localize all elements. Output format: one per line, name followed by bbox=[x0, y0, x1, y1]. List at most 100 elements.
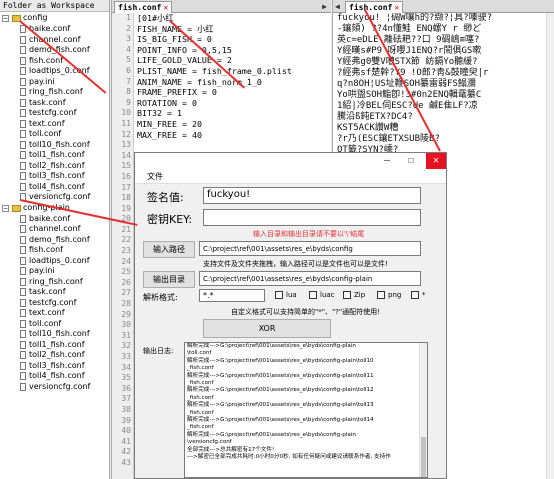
line-number: 34 bbox=[121, 362, 131, 372]
file-item[interactable]: text.conf bbox=[0, 308, 109, 319]
drag-hint: 支持文件及文件夹拖拽，输入路径可以是文件也可以是文件! bbox=[203, 260, 388, 268]
secret-key-input[interactable] bbox=[203, 209, 421, 226]
checkbox-box[interactable] bbox=[377, 291, 385, 299]
file-item[interactable]: toll3_fish.conf bbox=[0, 171, 109, 182]
collapse-icon[interactable]: − bbox=[2, 15, 9, 22]
collapse-icon[interactable]: − bbox=[2, 204, 9, 212]
file-item[interactable]: fish.conf bbox=[0, 56, 109, 67]
tab-fish-conf-right[interactable]: fish.conf ✕ bbox=[345, 1, 404, 13]
line-number: 9 bbox=[126, 97, 131, 107]
file-icon bbox=[20, 235, 26, 244]
menu-file[interactable]: 文件 bbox=[147, 172, 163, 181]
xor-button[interactable]: XOR bbox=[203, 319, 331, 338]
file-item[interactable]: toll2_fish.conf bbox=[0, 350, 109, 361]
checkbox-box[interactable] bbox=[343, 291, 351, 299]
workspace-panel: Folder as Workspace − config baike.conf cha… bbox=[0, 0, 110, 479]
tab-fish-conf-left[interactable]: fish.conf ✕ bbox=[114, 1, 173, 13]
format-checkbox-0[interactable]: lua bbox=[275, 291, 297, 299]
file-icon bbox=[20, 119, 26, 128]
file-item[interactable]: ring_fish.conf bbox=[0, 277, 109, 288]
file-item[interactable]: toll.conf bbox=[0, 129, 109, 140]
file-item[interactable]: toll10_fish.conf bbox=[0, 140, 109, 151]
garbled-line: Y經暵s#P9 呀嚶J1ENQ?r鬧俱GS嗽 bbox=[337, 46, 482, 56]
file-item[interactable]: toll1_fish.conf bbox=[0, 340, 109, 351]
input-path-button[interactable]: 输入路径 bbox=[143, 241, 195, 258]
file-item[interactable]: testcfg.conf bbox=[0, 108, 109, 119]
file-item[interactable]: channel.conf bbox=[0, 35, 109, 46]
file-item[interactable]: loadtips_0.conf bbox=[0, 66, 109, 77]
checkbox-box[interactable] bbox=[411, 291, 419, 299]
file-item[interactable]: pay.ini bbox=[0, 266, 109, 277]
close-tab-icon[interactable]: ✕ bbox=[163, 3, 168, 12]
checkbox-box[interactable] bbox=[275, 291, 283, 299]
maximize-icon[interactable]: ☐ bbox=[408, 155, 414, 166]
line-number: 18 bbox=[121, 193, 131, 203]
file-item[interactable]: toll4_fish.conf bbox=[0, 371, 109, 382]
line-number: 25 bbox=[121, 267, 131, 277]
parse-format-input[interactable]: *.* bbox=[199, 289, 265, 302]
file-icon bbox=[20, 46, 26, 55]
file-label: testcfg.conf bbox=[29, 297, 77, 307]
file-icon bbox=[20, 277, 26, 286]
right-editor-scrollbar[interactable] bbox=[546, 13, 554, 479]
folder-0[interactable]: − config bbox=[0, 13, 109, 24]
scrollbar-thumb[interactable] bbox=[421, 437, 426, 477]
file-item[interactable]: versioncfg.conf bbox=[0, 382, 109, 393]
file-item[interactable]: task.conf bbox=[0, 287, 109, 298]
line-number: 2 bbox=[126, 23, 131, 33]
file-item[interactable]: fish.conf bbox=[0, 245, 109, 256]
file-item[interactable]: demo_fish.conf bbox=[0, 235, 109, 246]
file-item[interactable]: toll4_fish.conf bbox=[0, 182, 109, 193]
output-dir-field[interactable]: C:\project\ref\001\assets\res_e\byds\con… bbox=[199, 271, 421, 286]
format-checkbox-4[interactable]: * bbox=[411, 291, 426, 299]
close-tab-icon[interactable]: ✕ bbox=[394, 3, 399, 12]
file-icon bbox=[20, 267, 26, 276]
tab-scroll-arrow-icon[interactable]: ▶ bbox=[322, 2, 327, 11]
file-label: toll1_fish.conf bbox=[29, 339, 85, 349]
file-item[interactable]: testcfg.conf bbox=[0, 298, 109, 309]
file-item[interactable]: baike.conf bbox=[0, 24, 109, 35]
garbled-line: ?經弗sf楚幹?Y9 !O郎?靑&鼓瞳臾|r bbox=[337, 68, 489, 78]
file-item[interactable]: toll1_fish.conf bbox=[0, 150, 109, 161]
line-number: 19 bbox=[121, 203, 131, 213]
line-number: 5 bbox=[126, 55, 131, 65]
file-icon bbox=[20, 130, 26, 139]
output-dir-button[interactable]: 输出目录 bbox=[143, 271, 195, 288]
file-item[interactable]: toll10_fish.conf bbox=[0, 329, 109, 340]
code-line: POINT_INFO = 0,5,15 bbox=[137, 44, 232, 55]
format-checkbox-3[interactable]: png bbox=[377, 291, 401, 299]
file-label: baike.conf bbox=[29, 213, 71, 223]
code-area-left[interactable]: [01#小红 FISH_NAME = 小红 IS_BIG_FISH = 0 POINT… bbox=[137, 13, 292, 140]
file-item[interactable]: versioncfg.conf bbox=[0, 192, 109, 203]
log-scrollbar[interactable] bbox=[419, 343, 427, 477]
file-label: toll1_fish.conf bbox=[29, 150, 85, 159]
line-number: 27 bbox=[121, 288, 131, 298]
file-item[interactable]: toll2_fish.conf bbox=[0, 161, 109, 172]
line-number: 41 bbox=[121, 436, 131, 446]
file-item[interactable]: toll.conf bbox=[0, 319, 109, 330]
sign-value-input[interactable]: fuckyou! bbox=[203, 187, 421, 204]
line-number: 36 bbox=[121, 383, 131, 393]
file-item[interactable]: task.conf bbox=[0, 98, 109, 109]
file-label: text.conf bbox=[29, 308, 65, 317]
file-item[interactable]: text.conf bbox=[0, 119, 109, 130]
checkbox-box[interactable] bbox=[309, 291, 317, 299]
format-checkbox-1[interactable]: luac bbox=[309, 291, 335, 299]
file-item[interactable]: ring_fish.conf bbox=[0, 87, 109, 98]
line-number: 35 bbox=[121, 373, 131, 383]
line-number: 8 bbox=[126, 87, 131, 97]
file-label: task.conf bbox=[29, 97, 66, 107]
tab-scroll-left-arrow-icon[interactable]: ◀ bbox=[335, 2, 340, 11]
close-button[interactable]: ✕ bbox=[426, 153, 446, 169]
format-checkbox-2[interactable]: Zip bbox=[343, 291, 365, 299]
log-output[interactable]: 解析完成--->G:\project\ref\001\assets\res_e\… bbox=[184, 342, 428, 478]
minimize-icon[interactable]: — bbox=[384, 155, 390, 166]
file-label: fish.conf bbox=[29, 55, 63, 65]
line-number: 42 bbox=[121, 447, 131, 457]
garbled-line: ?r乃(ESC鑲ETXSUB陵B? bbox=[337, 134, 440, 144]
line-number: 7 bbox=[126, 76, 131, 86]
input-path-field[interactable]: C:\project\ref\001\assets\res_e\byds\con… bbox=[199, 241, 421, 256]
file-item[interactable]: channel.conf bbox=[0, 224, 109, 235]
file-item[interactable]: toll3_fish.conf bbox=[0, 361, 109, 372]
file-item[interactable]: loadtips_0.conf bbox=[0, 256, 109, 267]
